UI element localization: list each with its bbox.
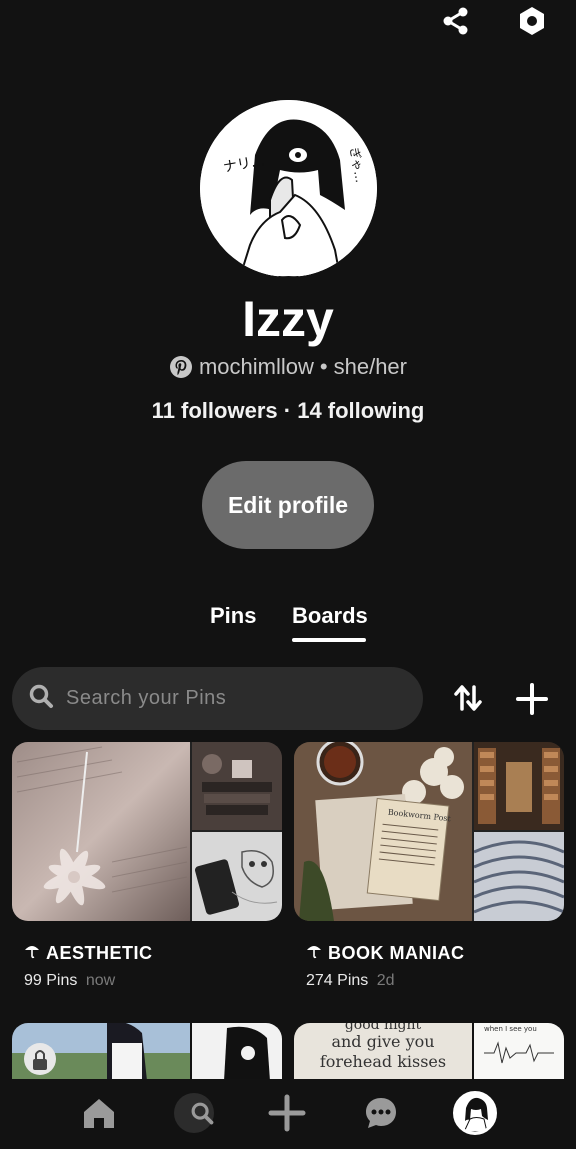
- board-card-partial[interactable]: [12, 1023, 282, 1081]
- umbrella-icon: [306, 943, 322, 964]
- edit-profile-button[interactable]: Edit profile: [202, 461, 374, 549]
- tab-pins[interactable]: Pins: [210, 603, 256, 629]
- partial-board-text: forehead kisses: [320, 1052, 446, 1071]
- board-pin-count: 274 Pins: [306, 972, 369, 989]
- profile-name: Izzy: [242, 291, 334, 347]
- board-cover-side-image: [192, 832, 282, 921]
- handle-separator: •: [319, 354, 328, 379]
- tab-boards[interactable]: Boards: [292, 603, 368, 629]
- board-meta: 274 Pins 2d: [306, 972, 564, 990]
- sort-icon[interactable]: [450, 680, 486, 716]
- search-placeholder: Search your Pins: [66, 687, 227, 709]
- board-cover[interactable]: [12, 742, 282, 921]
- board-updated-time: now: [85, 972, 116, 989]
- handle-row: mochimllow • she/her: [0, 354, 576, 380]
- home-icon[interactable]: [79, 1093, 119, 1133]
- add-board-icon[interactable]: [513, 680, 551, 718]
- profile-handle: mochimllow: [198, 354, 314, 379]
- search-icon[interactable]: [174, 1093, 214, 1133]
- board-updated-time: 2d: [376, 972, 395, 989]
- board-card[interactable]: Bookworm Post BOOK MANIAC 274 Pins 2d: [294, 742, 564, 990]
- board-pin-count: 99 Pins: [24, 972, 78, 989]
- board-title: BOOK MANIAC: [306, 943, 564, 964]
- profile-avatar[interactable]: [453, 1091, 497, 1135]
- umbrella-icon: [24, 943, 40, 964]
- bottom-nav: [0, 1079, 576, 1149]
- partial-board-text: and give you: [331, 1032, 434, 1051]
- chat-icon[interactable]: [361, 1093, 401, 1133]
- follow-stats: 11 followers · 14 following: [0, 398, 576, 424]
- board-title-text: AESTHETIC: [46, 943, 153, 963]
- active-tab-indicator: [292, 638, 366, 642]
- board-meta: 99 Pins now: [24, 972, 282, 990]
- board-title: AESTHETIC: [24, 943, 282, 964]
- followers-count[interactable]: 11 followers: [152, 398, 278, 423]
- board-cover-main-image: [12, 742, 190, 921]
- settings-icon[interactable]: [515, 4, 549, 38]
- search-icon: [28, 683, 54, 714]
- board-cover-side-image: [473, 832, 564, 921]
- share-icon[interactable]: [439, 4, 473, 38]
- profile-pronouns: she/her: [333, 354, 407, 379]
- board-cover-main-image: Bookworm Post: [294, 742, 472, 921]
- following-count[interactable]: 14 following: [297, 398, 424, 423]
- follow-separator: ·: [283, 398, 292, 423]
- board-card[interactable]: AESTHETIC 99 Pins now: [12, 742, 282, 990]
- partial-board-note: when I see you: [484, 1025, 537, 1033]
- board-cover[interactable]: Bookworm Post: [294, 742, 564, 921]
- top-bar: [0, 0, 576, 44]
- board-title-text: BOOK MANIAC: [328, 943, 465, 963]
- board-cover-side-image: [192, 742, 282, 830]
- search-pins-input[interactable]: Search your Pins: [12, 667, 423, 730]
- plus-icon[interactable]: [267, 1093, 307, 1133]
- pinterest-logo-icon: [169, 355, 193, 379]
- profile-avatar[interactable]: ナリ… ぎゃ…: [200, 100, 377, 277]
- board-card-partial[interactable]: good night and give you forehead kisses …: [294, 1023, 564, 1081]
- board-cover-side-image: [474, 742, 564, 830]
